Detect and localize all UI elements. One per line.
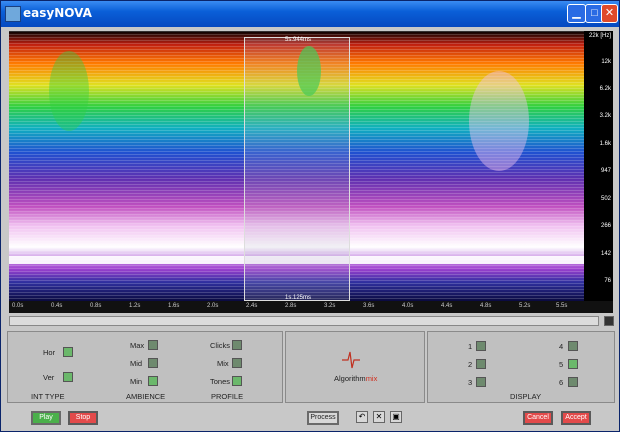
hor-checkbox[interactable] — [63, 347, 73, 357]
app-icon — [5, 6, 21, 22]
accept-button[interactable]: Accept — [561, 411, 591, 425]
display-1-checkbox[interactable] — [476, 341, 486, 351]
time-tick: 0.8s — [90, 303, 102, 309]
time-tick: 2.8s — [285, 303, 297, 309]
time-tick: 1.6s — [168, 303, 180, 309]
max-checkbox[interactable] — [148, 340, 158, 350]
mid-label: Mid — [130, 359, 143, 368]
tones-checkbox[interactable] — [232, 376, 242, 386]
display-6-checkbox[interactable] — [568, 377, 578, 387]
stop-button[interactable]: Stop — [68, 411, 98, 425]
mix-label: Mix — [217, 359, 229, 368]
waveform-icon — [342, 351, 360, 369]
time-tick: 0.4s — [51, 303, 63, 309]
settings-panel: Hor Ver INT TYPE Max Mid Min AMBIENCE Cl… — [7, 331, 283, 403]
display-3-checkbox[interactable] — [476, 377, 486, 387]
min-label: Min — [130, 377, 143, 386]
display-3-label: 3 — [468, 378, 473, 387]
app-window: easyNOVA ▁ □ ✕ 5s.944ms 1s.125ms 22k [Hz… — [0, 0, 620, 432]
display-4-checkbox[interactable] — [568, 341, 578, 351]
display-6-label: 6 — [559, 378, 564, 387]
horizontal-scrollbar[interactable] — [9, 316, 599, 326]
selection-end-time: 5s.944ms — [285, 37, 312, 43]
profile-title: PROFILE — [211, 392, 244, 401]
time-selection[interactable]: 5s.944ms 1s.125ms — [244, 37, 350, 301]
display-2-checkbox[interactable] — [476, 359, 486, 369]
spectrogram-view[interactable]: 5s.944ms 1s.125ms 22k [Hz] 12k 6.2k 3.2k… — [9, 31, 613, 313]
close-button[interactable]: ✕ — [601, 4, 618, 23]
minimize-button[interactable]: ▁ — [567, 4, 586, 23]
time-tick: 4.8s — [480, 303, 492, 309]
algorithm-panel: Algorithmmix — [285, 331, 425, 403]
display-panel: 1 2 3 4 5 6 DISPLAY — [427, 331, 615, 403]
freq-label: 3.2k — [599, 113, 611, 119]
display-title: DISPLAY — [510, 392, 542, 401]
time-tick: 4.0s — [402, 303, 414, 309]
scroll-end-button[interactable] — [604, 316, 614, 326]
clicks-label: Clicks — [210, 341, 230, 350]
title-bar: easyNOVA ▁ □ ✕ — [1, 1, 619, 27]
time-tick: 2.4s — [246, 303, 258, 309]
mid-checkbox[interactable] — [148, 358, 158, 368]
display-1-label: 1 — [468, 342, 473, 351]
cancel-button[interactable]: Cancel — [523, 411, 553, 425]
time-tick: 1.2s — [129, 303, 141, 309]
max-label: Max — [130, 341, 145, 350]
display-5-checkbox[interactable] — [568, 359, 578, 369]
time-tick: 0.0s — [12, 303, 24, 309]
int-type-title: INT TYPE — [31, 392, 65, 401]
freq-label: 76 — [604, 278, 611, 284]
display-4-label: 4 — [559, 342, 564, 351]
algorithm-label: Algorithmmix — [334, 374, 378, 383]
process-button[interactable]: Process — [307, 411, 339, 425]
time-tick: 3.6s — [363, 303, 375, 309]
freq-label: 6.2k — [599, 86, 611, 92]
undo-icon[interactable]: ↶ — [356, 411, 368, 423]
mix-checkbox[interactable] — [232, 358, 242, 368]
time-axis: 0.0s 0.4s 0.8s 1.2s 1.6s 2.0s 2.4s 2.8s … — [9, 301, 613, 313]
freq-label: 1.6k — [599, 141, 611, 147]
display-5-label: 5 — [559, 360, 564, 369]
image-icon[interactable]: ▣ — [390, 411, 402, 423]
freq-label: 22k [Hz] — [588, 33, 611, 39]
time-tick: 3.2s — [324, 303, 336, 309]
clicks-checkbox[interactable] — [232, 340, 242, 350]
freq-label: 502 — [600, 196, 611, 202]
delete-icon[interactable]: ✕ — [373, 411, 385, 423]
tones-label: Tones — [210, 377, 231, 386]
time-tick: 5.5s — [556, 303, 568, 309]
ver-checkbox[interactable] — [63, 372, 73, 382]
time-tick: 5.2s — [519, 303, 531, 309]
play-button[interactable]: Play — [31, 411, 61, 425]
time-tick: 2.0s — [207, 303, 219, 309]
time-tick: 4.4s — [441, 303, 453, 309]
display-2-label: 2 — [468, 360, 473, 369]
freq-label: 12k — [601, 59, 611, 65]
window-title: easyNOVA — [23, 6, 92, 20]
freq-label: 142 — [600, 251, 611, 257]
freq-label: 266 — [600, 223, 611, 229]
hor-label: Hor — [43, 348, 56, 357]
freq-label: 947 — [600, 168, 611, 174]
ver-label: Ver — [43, 373, 55, 382]
ambience-title: AMBIENCE — [126, 392, 166, 401]
min-checkbox[interactable] — [148, 376, 158, 386]
